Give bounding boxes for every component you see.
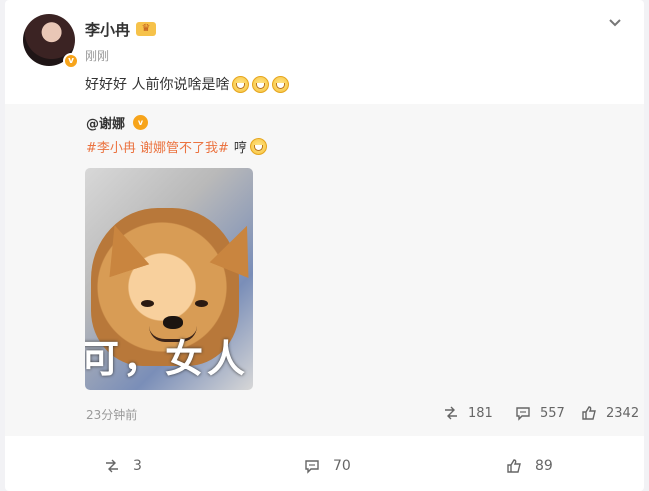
repost-button[interactable]: 3 [103,457,142,475]
dog-ear [95,219,150,278]
crown-icon: ♛ [136,22,156,36]
repost-stat-button[interactable]: 181 [442,404,493,422]
quoted-text: 哼 [233,141,247,156]
meme-caption: 可，女人 [85,337,250,381]
comment-count: 557 [540,405,565,421]
like-icon [582,406,596,420]
reposted-weibo[interactable]: @谢娜 v #李小冉 谢娜管不了我# 哼 可，女人 23分钟前 181 557 … [5,104,644,436]
comment-button[interactable]: 70 [303,457,351,475]
author-name[interactable]: 李小冉 [85,19,130,40]
verified-icon: v [133,115,148,130]
repost-action-count: 3 [133,458,142,474]
like-button[interactable]: 89 [505,457,553,475]
like-action-count: 89 [535,458,553,474]
more-icon[interactable] [606,14,624,32]
dog-ear [210,218,253,278]
emoji-icon [232,75,250,93]
comment-action-count: 70 [333,458,351,474]
dog-eye [195,300,208,307]
hashtag-link[interactable]: #李小冉 谢娜管不了我# [86,137,229,156]
comment-icon [305,460,319,474]
shiba-meme-image[interactable]: 可，女人 [85,168,253,390]
like-count: 2342 [606,405,640,421]
emoji-icon [249,138,267,155]
emoji-icon [272,75,290,93]
verified-icon: v [63,53,79,69]
post-actions-bar: 3 70 89 [5,447,644,483]
post-time[interactable]: 刚刚 [85,47,109,64]
post-text: 好好好 人前你说啥是啥 [85,77,230,93]
quoted-time[interactable]: 23分钟前 [86,406,137,423]
comment-stat-button[interactable]: 557 [514,404,565,422]
like-icon [507,459,521,473]
quoted-author[interactable]: @谢娜 [86,113,125,132]
weibo-post-card: v 李小冉 ♛ 刚刚 好好好 人前你说啥是啥 @谢娜 v #李小冉 谢娜管不了我… [5,0,644,491]
post-content: 好好好 人前你说啥是啥 [85,74,290,94]
repost-count: 181 [468,405,493,421]
comment-icon [516,407,530,421]
repost-icon [106,459,118,473]
like-stat-button[interactable]: 2342 [580,404,639,422]
emoji-icon [252,75,270,93]
quoted-content: #李小冉 谢娜管不了我# 哼 [86,137,267,156]
dog-eye [141,300,154,307]
repost-icon [445,406,457,420]
